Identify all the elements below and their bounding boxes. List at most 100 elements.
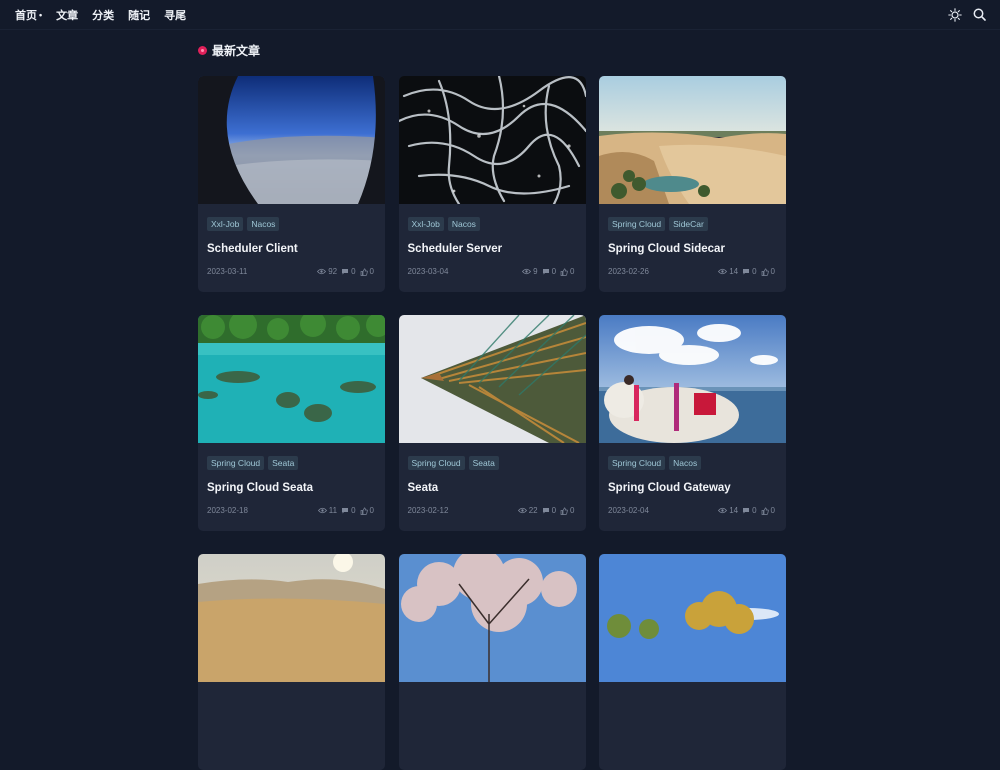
post-card[interactable]: Xxl-Job Nacos Scheduler Server 2023-03-0… [398,76,586,292]
nav-item-articles[interactable]: 文章 [56,7,78,23]
post-stats: 14 0 0 [718,506,777,515]
post-title[interactable]: Scheduler Client [207,243,376,257]
tag-list: Spring Cloud Nacos [608,456,777,470]
nav-item-home[interactable]: 首页 • [15,7,42,23]
post-date: 2023-03-04 [407,267,449,276]
post-stats: 92 0 0 [317,267,376,276]
post-stats: 9 0 0 [522,267,576,276]
post-stats: 14 0 0 [718,267,777,276]
eye-icon [317,268,327,275]
post-thumbnail[interactable] [599,554,786,682]
nav-item-label: 寻尾 [164,9,187,22]
sun-icon[interactable] [948,7,962,22]
like-count: 0 [570,267,575,276]
tag-list: Xxl-Job Nacos [207,217,376,231]
post-title[interactable]: Scheduler Server [408,243,577,257]
post-thumbnail[interactable] [198,76,385,204]
post-card[interactable]: Xxl-Job Nacos Scheduler Client 2023-03-1… [198,76,385,292]
search-icon[interactable] [973,8,986,21]
top-navbar: 首页 • 文章 分类 随记 寻尾 [0,0,1000,30]
post-card[interactable]: Spring Cloud Seata Spring Cloud Seata 20… [198,315,385,531]
post-stats: 11 0 0 [317,506,376,515]
tag-list: Xxl-Job Nacos [407,217,577,231]
post-thumbnail[interactable] [599,315,786,443]
view-count: 14 [729,267,739,276]
like-count: 0 [770,506,775,515]
section-marker-icon [198,46,207,55]
nav-item-categories[interactable]: 分类 [92,7,114,23]
post-card[interactable] [398,554,586,770]
post-title[interactable]: Spring Cloud Sidecar [608,243,777,257]
comment-icon [342,508,349,514]
view-count: 22 [528,506,538,515]
post-meta: 2023-02-18 11 0 0 [207,506,376,515]
main-nav: 首页 • 文章 分类 随记 寻尾 [15,7,186,23]
comment-count: 0 [551,267,557,276]
comment-count: 0 [351,506,356,515]
tag[interactable]: Xxl-Job [407,217,444,231]
post-card[interactable]: Spring Cloud Nacos Spring Cloud Gateway … [599,315,786,531]
post-title[interactable]: Seata [408,482,577,496]
eye-icon [317,507,327,514]
post-meta: 2023-02-12 22 0 0 [408,506,577,515]
like-count: 0 [570,506,575,515]
comment-count: 0 [752,506,757,515]
post-meta: 2023-02-26 14 0 0 [608,267,777,276]
post-title[interactable]: Spring Cloud Gateway [608,482,777,496]
post-meta: 2023-02-04 14 0 0 [608,506,777,515]
nav-item-notes[interactable]: 随记 [128,7,150,23]
tag[interactable]: Spring Cloud [608,217,666,231]
post-card[interactable]: Spring Cloud Seata Seata 2023-02-12 22 0… [398,315,586,531]
post-thumbnail[interactable] [599,76,786,204]
post-date: 2023-03-11 [207,267,248,276]
comment-icon [743,508,750,514]
tag[interactable]: Nacos [669,456,702,470]
comment-count: 0 [752,267,757,276]
tag-list: Spring Cloud Seata [407,456,577,470]
nav-item-search-tail[interactable]: 寻尾 [164,7,186,23]
tag-list: Spring Cloud Seata [207,456,376,470]
nav-item-label: 文章 [56,9,79,22]
post-thumbnail[interactable] [198,554,385,682]
eye-icon [522,268,532,275]
tag[interactable]: SideCar [669,217,708,231]
post-thumbnail[interactable] [398,76,586,204]
tag[interactable]: Seata [468,456,499,470]
tag[interactable]: Spring Cloud [608,456,666,470]
comment-count: 0 [551,506,557,515]
post-thumbnail[interactable] [398,554,586,682]
thumbs-up-icon [761,506,769,515]
post-stats: 22 0 0 [517,506,577,515]
eye-icon [517,507,527,514]
eye-icon [718,268,728,275]
view-count: 92 [328,267,338,276]
nav-item-label: 随记 [128,9,151,22]
post-title[interactable]: Spring Cloud Seata [207,482,376,496]
dropdown-dot-icon: • [39,9,43,20]
post-date: 2023-02-26 [608,267,649,276]
post-thumbnail[interactable] [198,315,385,443]
tag[interactable]: Xxl-Job [207,217,244,231]
nav-item-label: 分类 [92,9,115,22]
view-count: 14 [729,506,739,515]
post-card[interactable]: Spring Cloud SideCar Spring Cloud Sideca… [599,76,786,292]
tag[interactable]: Spring Cloud [207,456,265,470]
tag[interactable]: Nacos [247,217,280,231]
tag[interactable]: Seata [268,456,299,470]
comment-icon [542,508,549,514]
thumbs-up-icon [360,506,368,515]
post-date: 2023-02-12 [407,506,449,515]
nav-item-label: 首页 [15,9,37,22]
post-card[interactable] [198,554,385,770]
post-card[interactable] [599,554,786,770]
tag[interactable]: Spring Cloud [407,456,465,470]
comment-count: 0 [351,267,356,276]
post-grid: Xxl-Job Nacos Scheduler Client 2023-03-1… [198,76,786,770]
post-thumbnail[interactable] [398,315,586,443]
tag[interactable]: Nacos [447,217,480,231]
like-count: 0 [770,267,775,276]
eye-icon [718,507,728,514]
section-title: 最新文章 [212,44,261,58]
thumbs-up-icon [360,267,368,276]
view-count: 11 [328,506,338,515]
